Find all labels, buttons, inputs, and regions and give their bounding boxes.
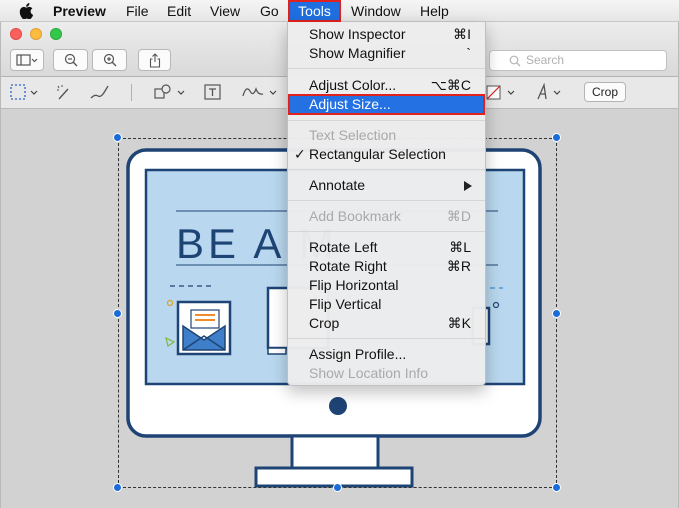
- instant-alpha-icon[interactable]: [55, 83, 73, 101]
- menu-item-shortcut: ⌘K: [447, 315, 471, 331]
- text-box-icon[interactable]: [203, 83, 223, 101]
- search-placeholder: Search: [526, 53, 565, 67]
- menu-separator: [288, 68, 485, 69]
- menu-item-label: Show Location Info: [309, 365, 429, 381]
- menu-item-label: Adjust Size...: [309, 96, 391, 112]
- shapes-icon[interactable]: [153, 83, 189, 101]
- menu-app-name[interactable]: Preview: [53, 3, 106, 19]
- rectangular-selection-icon[interactable]: [10, 83, 40, 101]
- submenu-arrow-icon: [464, 181, 472, 191]
- menu-item-shortcut: ⌥⌘C: [430, 77, 471, 93]
- resize-handle-top-left[interactable]: [113, 133, 122, 142]
- menu-separator: [288, 338, 485, 339]
- menu-item-shortcut: ⌘R: [446, 258, 471, 274]
- menu-item-show-inspector[interactable]: Show Inspector ⌘I: [288, 25, 485, 44]
- close-window-button[interactable]: [10, 28, 22, 40]
- signature-icon[interactable]: [241, 83, 281, 101]
- menu-item-adjust-size[interactable]: Adjust Size...: [288, 94, 485, 115]
- menu-item-assign-profile[interactable]: Assign Profile...: [288, 345, 485, 364]
- menu-help[interactable]: Help: [420, 3, 449, 19]
- menu-edit[interactable]: Edit: [167, 3, 191, 19]
- menu-file[interactable]: File: [126, 3, 149, 19]
- menu-item-rotate-right[interactable]: Rotate Right ⌘R: [288, 257, 485, 276]
- zoom-window-button[interactable]: [50, 28, 62, 40]
- text-style-icon[interactable]: [535, 83, 569, 101]
- zoom-in-button[interactable]: [92, 49, 127, 71]
- menu-view[interactable]: View: [210, 3, 240, 19]
- menu-item-label: Add Bookmark: [309, 208, 401, 224]
- menu-item-text-selection: Text Selection: [288, 126, 485, 145]
- zoom-out-icon: [64, 53, 77, 67]
- resize-handle-bottom-right[interactable]: [552, 483, 561, 492]
- toolbar-divider: [131, 84, 132, 101]
- sidebar-icon: [16, 54, 38, 66]
- menu-item-label: Crop: [309, 315, 340, 331]
- zoom-in-icon: [103, 53, 116, 67]
- menu-item-rotate-left[interactable]: Rotate Left ⌘L: [288, 238, 485, 257]
- menu-item-label: Rectangular Selection: [309, 146, 446, 162]
- menu-window[interactable]: Window: [351, 3, 401, 19]
- menu-item-adjust-color[interactable]: Adjust Color... ⌥⌘C: [288, 76, 485, 95]
- menu-item-crop[interactable]: Crop ⌘K: [288, 314, 485, 333]
- menu-item-label: Show Inspector: [309, 26, 406, 42]
- search-icon: [509, 55, 521, 67]
- sketch-icon[interactable]: [89, 83, 111, 101]
- menu-item-show-location-info: Show Location Info: [288, 364, 485, 383]
- menu-item-shortcut: ⌘I: [453, 26, 471, 42]
- tools-menu: Show Inspector ⌘I Show Magnifier ` Adjus…: [287, 22, 486, 386]
- menu-separator: [288, 231, 485, 232]
- apple-icon[interactable]: [19, 3, 33, 19]
- resize-handle-bottom-left[interactable]: [113, 483, 122, 492]
- resize-handle-left[interactable]: [113, 309, 122, 318]
- menu-item-label: Annotate: [309, 177, 366, 193]
- menu-go[interactable]: Go: [260, 3, 279, 19]
- menu-item-show-magnifier[interactable]: Show Magnifier `: [288, 44, 485, 63]
- minimize-window-button[interactable]: [30, 28, 42, 40]
- share-button[interactable]: [138, 49, 171, 71]
- menu-item-flip-vertical[interactable]: Flip Vertical: [288, 295, 485, 314]
- menu-tools[interactable]: Tools: [288, 0, 341, 22]
- menu-separator: [288, 200, 485, 201]
- menu-item-label: Adjust Color...: [309, 77, 397, 93]
- share-icon: [149, 52, 160, 68]
- menu-item-annotate[interactable]: Annotate: [288, 176, 485, 195]
- menu-item-rectangular-selection[interactable]: ✓ Rectangular Selection: [288, 145, 485, 164]
- menu-item-label: Show Magnifier: [309, 45, 406, 61]
- resize-handle-right[interactable]: [552, 309, 561, 318]
- crop-button[interactable]: Crop: [584, 82, 626, 102]
- menu-item-label: Rotate Right: [309, 258, 387, 274]
- menu-bar: Preview File Edit View Go Tools Window H…: [0, 0, 679, 22]
- resize-handle-top-right[interactable]: [552, 133, 561, 142]
- menu-item-label: Flip Vertical: [309, 296, 382, 312]
- zoom-out-button[interactable]: [53, 49, 88, 71]
- menu-separator: [288, 120, 485, 121]
- menu-item-add-bookmark: Add Bookmark ⌘D: [288, 207, 485, 226]
- checkmark-icon: ✓: [294, 146, 306, 162]
- fill-color-icon[interactable]: [486, 83, 518, 101]
- menu-item-label: Rotate Left: [309, 239, 378, 255]
- sidebar-view-button[interactable]: [10, 49, 44, 71]
- menu-item-flip-horizontal[interactable]: Flip Horizontal: [288, 276, 485, 295]
- menu-item-shortcut: ⌘L: [449, 239, 471, 255]
- resize-handle-bottom[interactable]: [333, 483, 342, 492]
- menu-separator: [288, 169, 485, 170]
- menu-item-label: Flip Horizontal: [309, 277, 399, 293]
- menu-item-shortcut: `: [466, 45, 471, 61]
- menu-item-shortcut: ⌘D: [446, 208, 471, 224]
- search-field[interactable]: Search: [489, 50, 667, 71]
- menu-item-label: Assign Profile...: [309, 346, 407, 362]
- menu-item-label: Text Selection: [309, 127, 397, 143]
